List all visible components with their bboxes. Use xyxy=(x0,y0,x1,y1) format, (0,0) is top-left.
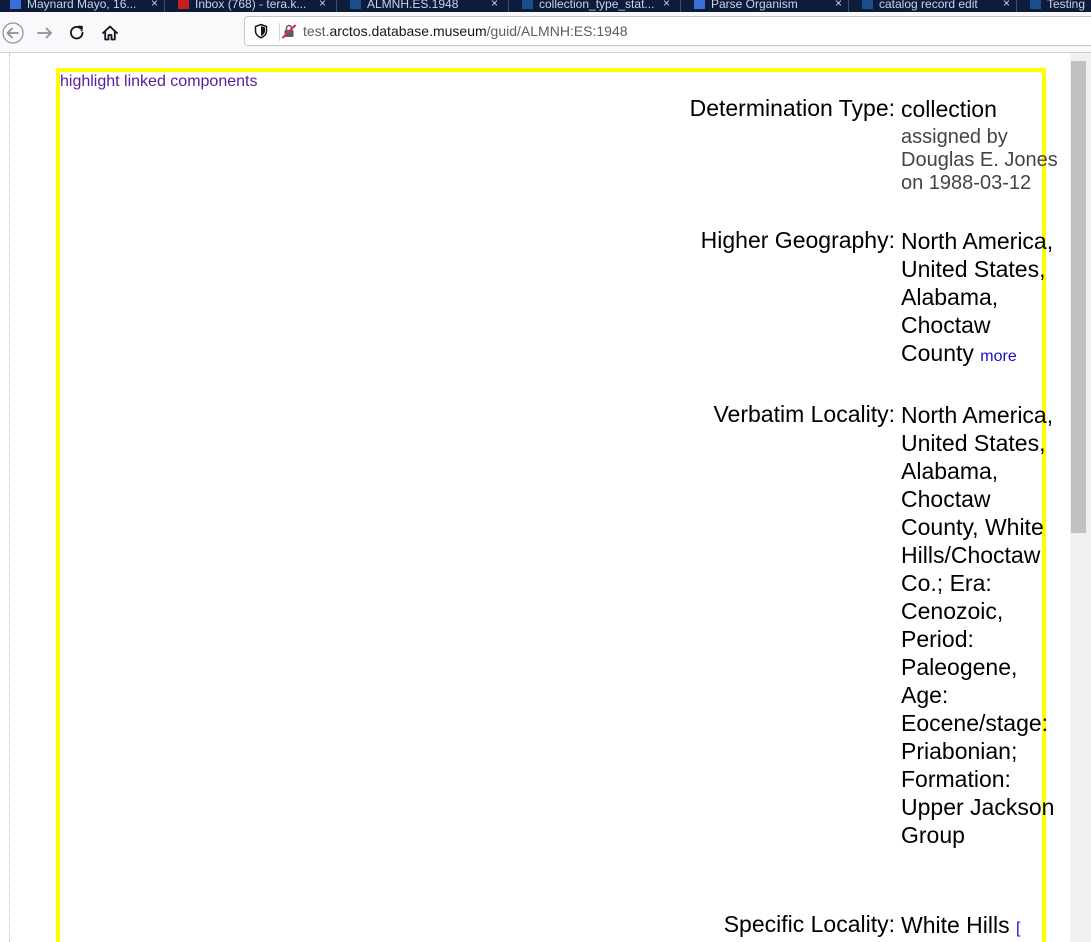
higher-geography-label: Higher Geography: xyxy=(700,227,895,253)
tab-label: Parse Organism xyxy=(711,0,798,11)
tab-close-icon[interactable]: × xyxy=(491,0,498,12)
specific-locality-text: White Hills xyxy=(901,912,1010,938)
tab-label: Inbox (768) - tera.k... xyxy=(195,0,307,11)
scrollbar-thumb[interactable] xyxy=(1071,61,1086,533)
url-host: arctos.database.museum xyxy=(329,23,487,39)
url-text[interactable]: test.arctos.database.museum/guid/ALMNH:E… xyxy=(303,17,628,45)
tab-favicon-icon xyxy=(350,0,361,9)
tab-favicon-icon xyxy=(10,0,21,9)
tab-close-icon[interactable]: × xyxy=(151,0,158,12)
home-button[interactable] xyxy=(97,20,123,46)
tab-7[interactable]: Testing xyxy=(1020,0,1091,12)
determination-type-value: collection assigned by Douglas E. Jones … xyxy=(901,95,1059,195)
verbatim-locality-value: North America, United States, Alabama, C… xyxy=(901,402,1055,848)
forward-button[interactable] xyxy=(32,20,58,46)
page-content: highlight linked components Determinatio… xyxy=(0,53,1091,942)
determination-type-label: Determination Type: xyxy=(689,95,895,121)
tab-close-icon[interactable]: × xyxy=(319,0,326,12)
tab-favicon-icon xyxy=(178,0,189,9)
back-button[interactable] xyxy=(0,20,26,46)
reload-icon xyxy=(70,25,84,40)
tab-strip: Maynard Mayo, 16... × Inbox (768) - tera.… xyxy=(0,0,1091,12)
specific-locality-value: White Hills [ xyxy=(901,911,1059,942)
tab-favicon-icon xyxy=(862,0,873,9)
highlight-linked-components-link[interactable]: highlight linked components xyxy=(60,73,257,91)
browser-toolbar: test.arctos.database.museum/guid/ALMNH:E… xyxy=(0,12,1091,53)
tab-label: collection_type_stat... xyxy=(539,0,655,11)
assigned-by-text: assigned by Douglas E. Jones on 1988-03-… xyxy=(901,126,1058,194)
url-prefix: test. xyxy=(303,23,330,39)
tab-favicon-icon xyxy=(1030,0,1041,9)
reload-button[interactable] xyxy=(64,20,90,46)
insecure-lock-icon[interactable] xyxy=(281,23,297,39)
tab-2[interactable]: Inbox (768) - tera.k... × xyxy=(168,0,336,12)
tab-label: ALMNH.ES.1948 xyxy=(367,0,459,11)
tab-4[interactable]: collection_type_stat... × xyxy=(512,0,680,12)
tab-label: Testing xyxy=(1047,0,1086,11)
highlight-frame xyxy=(56,68,1046,942)
url-bar[interactable]: test.arctos.database.museum/guid/ALMNH:E… xyxy=(244,16,1091,46)
tab-favicon-icon xyxy=(522,0,533,9)
higher-geography-more-link[interactable]: more xyxy=(980,348,1016,365)
tab-3[interactable]: ALMNH.ES.1948 × xyxy=(340,0,508,12)
tab-label: catalog record edit xyxy=(879,0,978,11)
tab-label: Maynard Mayo, 16... xyxy=(27,0,137,11)
tab-close-icon[interactable]: × xyxy=(663,0,670,12)
left-margin-rule xyxy=(9,53,10,942)
higher-geography-text: North America, United States, Alabama, C… xyxy=(901,228,1054,366)
specific-locality-label: Specific Locality: xyxy=(723,911,895,937)
tab-close-icon[interactable]: × xyxy=(835,0,842,12)
verbatim-locality-label: Verbatim Locality: xyxy=(713,401,895,427)
tab-close-icon[interactable]: × xyxy=(1003,0,1010,12)
tab-1[interactable]: Maynard Mayo, 16... × xyxy=(0,0,168,12)
forward-arrow-icon xyxy=(37,27,52,39)
tab-5[interactable]: Parse Organism × xyxy=(684,0,852,12)
tab-favicon-icon xyxy=(694,0,705,9)
specific-locality-bracket[interactable]: [ xyxy=(1016,920,1020,937)
home-icon xyxy=(102,25,118,41)
determination-type-text: collection xyxy=(901,96,997,122)
shield-icon[interactable] xyxy=(253,23,269,39)
back-arrow-icon xyxy=(2,22,24,44)
higher-geography-value: North America, United States, Alabama, C… xyxy=(901,227,1059,371)
url-path: /guid/ALMNH:ES:1948 xyxy=(486,23,628,39)
tab-6[interactable]: catalog record edit × xyxy=(852,0,1020,12)
